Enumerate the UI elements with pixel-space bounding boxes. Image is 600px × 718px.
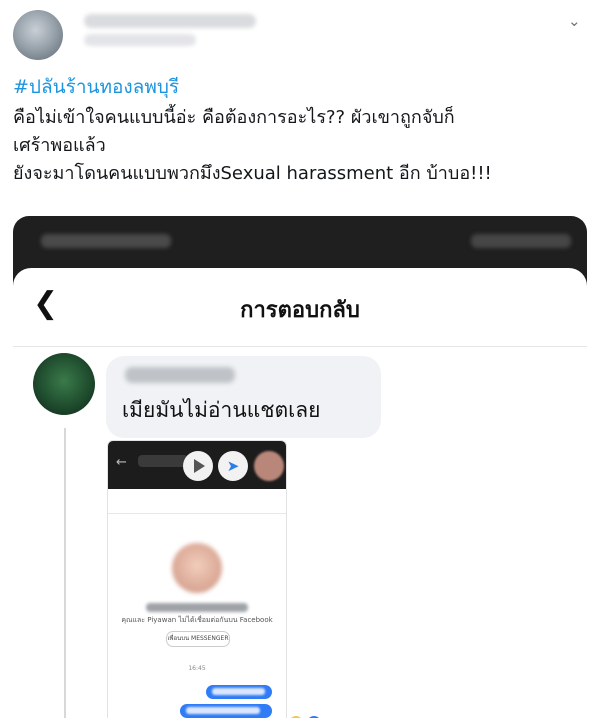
comment-image[interactable]: ← ➤ คุณและ Piyawan ไม่ได้เชื่อมต่อกันบน … bbox=[107, 440, 287, 718]
back-arrow-icon: ← bbox=[116, 455, 127, 470]
comment-text: เมียมันไม่อ่านแชตเลย bbox=[122, 398, 321, 422]
thread-line bbox=[64, 428, 66, 718]
sent-message-blurred bbox=[180, 704, 272, 718]
play-icon bbox=[183, 451, 213, 481]
status-left-blurred bbox=[41, 234, 171, 248]
tweet: ⌄ #ปลันร้านทองลพบุรี คือไม่เข้าใจคนแบบนี… bbox=[0, 0, 600, 718]
hashtag-link[interactable]: #ปลันร้านทองลพบุรี bbox=[13, 72, 179, 102]
phone-status-bar bbox=[13, 216, 587, 268]
panel-title: การตอบกลับ bbox=[240, 298, 360, 323]
search-bar bbox=[138, 455, 188, 467]
header-divider bbox=[13, 346, 587, 347]
profile-photo-blurred bbox=[172, 543, 222, 593]
author-name-blurred[interactable] bbox=[84, 14, 256, 28]
replies-panel: ❮ การตอบกลับ เมียมันไม่อ่านแชตเลย ← ➤ คุ… bbox=[13, 268, 587, 718]
profile-name-blurred bbox=[146, 603, 248, 612]
attached-screenshot[interactable]: ❮ การตอบกลับ เมียมันไม่อ่านแชตเลย ← ➤ คุ… bbox=[13, 216, 587, 718]
connection-note: คุณและ Piyawan ไม่ได้เชื่อมต่อกันบน Face… bbox=[121, 616, 273, 624]
comment-bubble: เมียมันไม่อ่านแชตเลย bbox=[106, 356, 381, 438]
author-handle-blurred bbox=[84, 34, 196, 46]
avatar-blurred bbox=[254, 451, 284, 481]
messenger-friends-chip: เพื่อนบน MESSENGER bbox=[166, 631, 230, 647]
author-avatar[interactable] bbox=[13, 10, 63, 60]
messenger-icon: ➤ bbox=[218, 451, 248, 481]
status-icons-blurred bbox=[471, 234, 571, 248]
chevron-down-icon[interactable]: ⌄ bbox=[568, 12, 581, 30]
sent-message-blurred bbox=[206, 685, 272, 699]
message-time: 16:45 bbox=[188, 665, 206, 672]
commenter-avatar[interactable] bbox=[33, 353, 95, 415]
commenter-name-blurred[interactable] bbox=[125, 367, 235, 383]
messenger-header: ← ➤ bbox=[108, 441, 286, 489]
tweet-text: คือไม่เข้าใจคนแบบนี้อ่ะ คือต้องการอะไร??… bbox=[13, 107, 492, 184]
messenger-divider bbox=[108, 513, 286, 514]
